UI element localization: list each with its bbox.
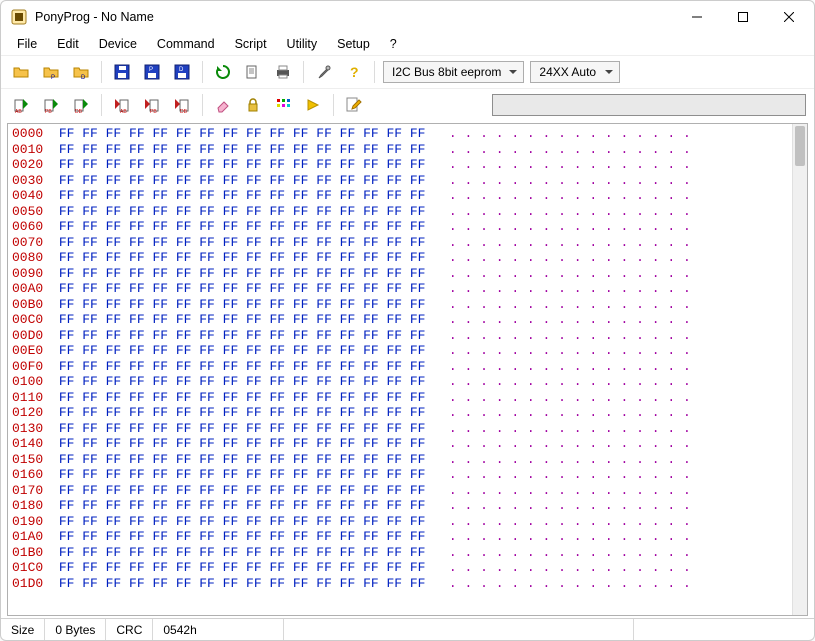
open-data-file-button[interactable]: D	[69, 60, 93, 84]
config-bits-button[interactable]	[271, 93, 295, 117]
address-input[interactable]	[492, 94, 806, 116]
device-type-select[interactable]: 24XX Auto	[530, 61, 620, 83]
svg-text:AB: AB	[120, 109, 127, 114]
menu-setup[interactable]: Setup	[329, 35, 378, 53]
read-data-button[interactable]: DB	[69, 93, 93, 117]
vertical-scrollbar[interactable]	[792, 124, 807, 615]
menu-help[interactable]: ?	[382, 35, 405, 53]
toolbar-main: P D P D ? I2C Bus 8bit eeprom 24XX Auto	[1, 55, 814, 88]
edit-note-button[interactable]	[342, 93, 366, 117]
status-size-label: Size	[1, 619, 45, 640]
chevron-down-icon	[605, 65, 613, 79]
print-button[interactable]	[271, 60, 295, 84]
print-preview-button[interactable]	[241, 60, 265, 84]
hex-editor: 0000 FF FF FF FF FF FF FF FF FF FF FF FF…	[7, 123, 808, 616]
status-crc-label: CRC	[106, 619, 153, 640]
save-program-file-button[interactable]: P	[140, 60, 164, 84]
svg-text:P: P	[51, 75, 55, 81]
status-crc-value: 0542h	[153, 619, 283, 640]
svg-text:D: D	[81, 75, 86, 81]
bus-type-value: I2C Bus 8bit eeprom	[392, 65, 501, 79]
close-button[interactable]	[766, 1, 812, 33]
setup-button[interactable]	[312, 60, 336, 84]
menu-edit[interactable]: Edit	[49, 35, 87, 53]
svg-text:D: D	[179, 67, 184, 73]
hex-content[interactable]: 0000 FF FF FF FF FF FF FF FF FF FF FF FF…	[8, 124, 792, 615]
write-all-button[interactable]: AB	[110, 93, 134, 117]
scrollbar-thumb[interactable]	[795, 126, 805, 166]
svg-text:?: ?	[350, 64, 359, 80]
titlebar: PonyProg - No Name	[1, 1, 814, 33]
menubar: File Edit Device Command Script Utility …	[1, 33, 814, 55]
svg-text:DB: DB	[75, 109, 83, 114]
minimize-button[interactable]	[674, 1, 720, 33]
svg-text:PB: PB	[45, 109, 52, 114]
save-data-file-button[interactable]: D	[170, 60, 194, 84]
menu-utility[interactable]: Utility	[279, 35, 326, 53]
menu-script[interactable]: Script	[227, 35, 275, 53]
chevron-down-icon	[509, 65, 517, 79]
read-prog-button[interactable]: PB	[39, 93, 63, 117]
svg-text:DB: DB	[180, 109, 188, 114]
window-controls	[674, 1, 812, 33]
maximize-button[interactable]	[720, 1, 766, 33]
help-button[interactable]: ?	[342, 60, 366, 84]
save-device-file-button[interactable]	[110, 60, 134, 84]
erase-button[interactable]	[211, 93, 235, 117]
run-script-button[interactable]	[301, 93, 325, 117]
menu-command[interactable]: Command	[149, 35, 223, 53]
app-window: PonyProg - No Name File Edit Device Comm…	[0, 0, 815, 641]
svg-text:P: P	[149, 67, 153, 73]
open-device-file-button[interactable]	[9, 60, 33, 84]
statusbar: Size 0 Bytes CRC 0542h	[1, 618, 814, 640]
menu-device[interactable]: Device	[91, 35, 145, 53]
window-title: PonyProg - No Name	[35, 10, 674, 24]
read-all-button[interactable]: AB	[9, 93, 33, 117]
device-type-value: 24XX Auto	[539, 65, 596, 79]
bus-type-select[interactable]: I2C Bus 8bit eeprom	[383, 61, 524, 83]
svg-text:PB: PB	[150, 109, 157, 114]
status-size-value: 0 Bytes	[45, 619, 106, 640]
write-prog-button[interactable]: PB	[140, 93, 164, 117]
toolbar-edit: AB PB DB AB PB DB	[1, 88, 814, 123]
menu-file[interactable]: File	[9, 35, 45, 53]
app-icon	[11, 9, 27, 25]
lock-button[interactable]	[241, 93, 265, 117]
svg-text:AB: AB	[15, 109, 22, 114]
open-program-file-button[interactable]: P	[39, 60, 63, 84]
write-data-button[interactable]: DB	[170, 93, 194, 117]
reload-button[interactable]	[211, 60, 235, 84]
